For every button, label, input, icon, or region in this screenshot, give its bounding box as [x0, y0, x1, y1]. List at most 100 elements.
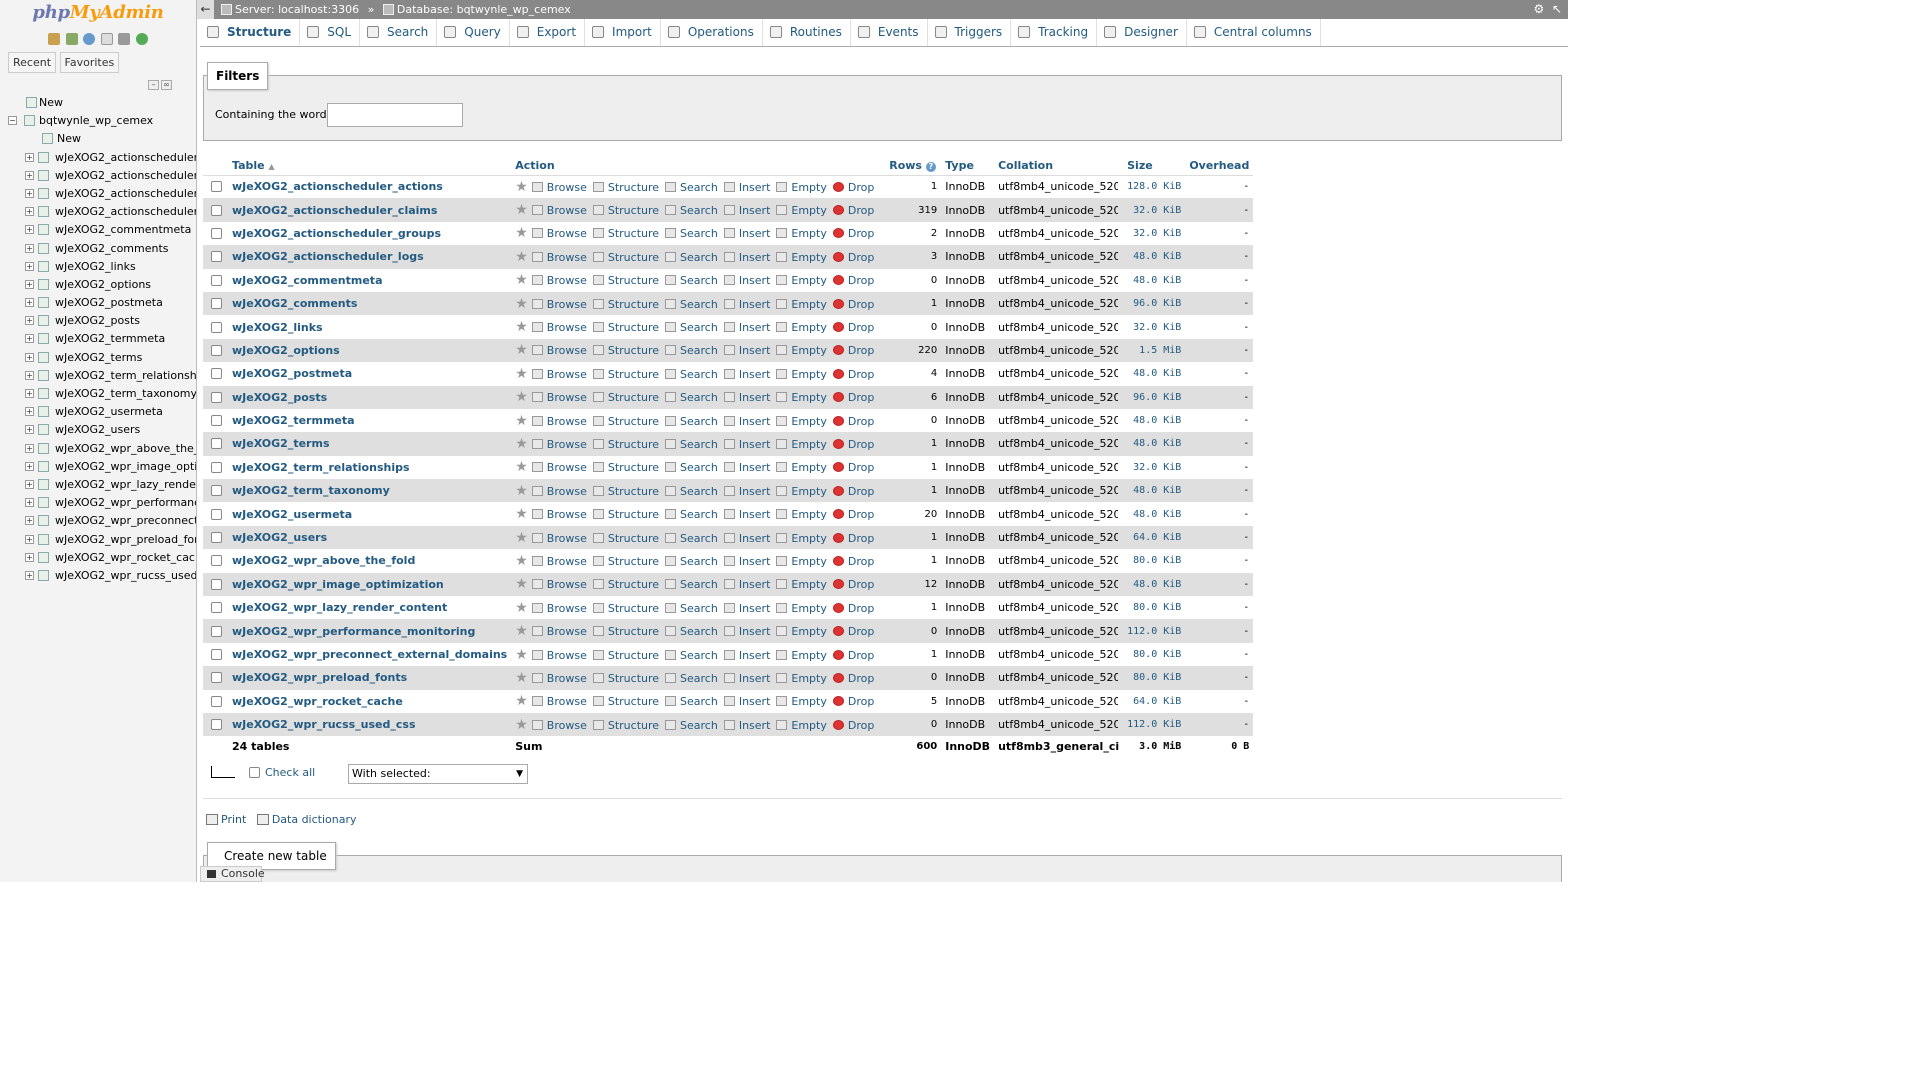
tab-tracking[interactable]: Tracking — [1011, 19, 1098, 46]
table-name-link[interactable]: wJeXOG2_wpr_rocket_cache — [232, 695, 403, 708]
row-checkbox[interactable] — [211, 532, 222, 544]
row-checkbox[interactable] — [211, 274, 222, 286]
row-checkbox[interactable] — [211, 602, 222, 614]
row-checkbox[interactable] — [211, 181, 222, 193]
structure-action[interactable]: Structure — [592, 368, 659, 381]
tree-item[interactable]: New — [4, 94, 196, 112]
drop-action[interactable]: Drop — [832, 181, 874, 194]
drop-action[interactable]: Drop — [832, 625, 874, 638]
drop-action[interactable]: Drop — [832, 204, 874, 217]
rows-help-icon[interactable]: ? — [925, 161, 936, 172]
row-checkbox[interactable] — [211, 649, 222, 660]
insert-action[interactable]: Insert — [723, 181, 770, 194]
recent-tab[interactable]: Recent — [8, 52, 57, 73]
reload-icon[interactable] — [135, 33, 148, 45]
browse-action[interactable]: Browse — [531, 649, 587, 662]
structure-action[interactable]: Structure — [592, 227, 659, 240]
search-action[interactable]: Search — [665, 461, 718, 474]
insert-action[interactable]: Insert — [723, 415, 770, 428]
browse-action[interactable]: Browse — [531, 508, 587, 521]
tree-item[interactable]: + wJeXOG2_commentmeta — [4, 221, 196, 239]
structure-action[interactable]: Structure — [592, 415, 659, 428]
drop-action[interactable]: Drop — [832, 368, 874, 381]
search-action[interactable]: Search — [665, 602, 718, 615]
tree-item[interactable]: + wJeXOG2_term_relationships — [4, 367, 196, 385]
table-name-link[interactable]: wJeXOG2_comments — [232, 297, 357, 310]
tree-item[interactable]: + wJeXOG2_wpr_rucss_used_css — [4, 567, 196, 585]
size-cell[interactable]: 80.0 KiB — [1123, 596, 1186, 620]
drop-action[interactable]: Drop — [832, 555, 874, 568]
favorite-star-icon[interactable]: ★ — [515, 413, 528, 429]
empty-action[interactable]: Empty — [776, 181, 827, 194]
expand-icon[interactable]: + — [25, 570, 34, 580]
docs-icon[interactable] — [100, 33, 113, 45]
drop-action[interactable]: Drop — [832, 485, 874, 498]
header-table[interactable]: Table ▲ — [228, 156, 512, 176]
tree-item[interactable]: + wJeXOG2_links — [4, 258, 196, 276]
search-action[interactable]: Search — [665, 555, 718, 568]
collapse-arrow-icon[interactable]: ↖ — [1552, 2, 1562, 16]
tree-item[interactable]: + wJeXOG2_actionscheduler_groups — [4, 185, 196, 203]
favorite-star-icon[interactable]: ★ — [515, 296, 528, 312]
empty-action[interactable]: Empty — [776, 719, 827, 732]
size-cell[interactable]: 32.0 KiB — [1123, 455, 1186, 480]
search-action[interactable]: Search — [665, 672, 718, 685]
tree-item[interactable]: + wJeXOG2_wpr_performance_monitoring — [4, 494, 196, 512]
size-cell[interactable]: 48.0 KiB — [1123, 268, 1186, 292]
insert-action[interactable]: Insert — [723, 321, 770, 334]
row-checkbox[interactable] — [211, 204, 222, 216]
favorite-star-icon[interactable]: ★ — [515, 600, 528, 616]
search-action[interactable]: Search — [665, 415, 718, 428]
drop-action[interactable]: Drop — [832, 602, 874, 615]
size-cell[interactable]: 112.0 KiB — [1123, 712, 1186, 737]
console-toggle[interactable]: Console — [200, 866, 265, 882]
table-name-link[interactable]: wJeXOG2_actionscheduler_actions — [232, 180, 443, 193]
structure-action[interactable]: Structure — [592, 391, 659, 404]
expand-icon[interactable]: + — [25, 316, 34, 326]
drop-action[interactable]: Drop — [832, 438, 874, 451]
breadcrumb-server[interactable]: Server: localhost:3306 — [235, 3, 359, 16]
drop-action[interactable]: Drop — [832, 461, 874, 474]
structure-action[interactable]: Structure — [592, 508, 659, 521]
empty-action[interactable]: Empty — [776, 227, 827, 240]
expand-icon[interactable]: + — [25, 498, 34, 508]
row-checkbox[interactable] — [211, 555, 222, 567]
table-name-link[interactable]: wJeXOG2_options — [232, 344, 340, 357]
size-cell[interactable]: 96.0 KiB — [1123, 291, 1186, 316]
expand-icon[interactable]: + — [25, 261, 34, 271]
favorite-star-icon[interactable]: ★ — [515, 389, 528, 405]
back-arrow-icon[interactable]: ← — [197, 0, 214, 19]
tree-item[interactable]: + wJeXOG2_options — [4, 276, 196, 294]
empty-action[interactable]: Empty — [776, 461, 827, 474]
expand-icon[interactable]: + — [25, 370, 34, 380]
row-checkbox[interactable] — [211, 695, 222, 707]
insert-action[interactable]: Insert — [723, 204, 770, 217]
empty-action[interactable]: Empty — [776, 274, 827, 287]
browse-action[interactable]: Browse — [531, 532, 587, 545]
browse-action[interactable]: Browse — [531, 415, 587, 428]
row-checkbox[interactable] — [211, 321, 222, 333]
search-action[interactable]: Search — [665, 508, 718, 521]
tree-item[interactable]: + wJeXOG2_wpr_preconnect_external_domains — [4, 512, 196, 530]
table-name-link[interactable]: wJeXOG2_wpr_above_the_fold — [232, 554, 415, 567]
empty-action[interactable]: Empty — [776, 672, 827, 685]
favorite-star-icon[interactable]: ★ — [515, 459, 528, 475]
expand-icon[interactable]: + — [25, 279, 34, 289]
search-action[interactable]: Search — [665, 368, 718, 381]
empty-action[interactable]: Empty — [776, 415, 827, 428]
row-checkbox[interactable] — [211, 461, 222, 473]
favorites-tab[interactable]: Favorites — [59, 52, 120, 73]
search-action[interactable]: Search — [665, 649, 718, 662]
table-name-link[interactable]: wJeXOG2_terms — [232, 437, 330, 450]
favorite-star-icon[interactable]: ★ — [515, 483, 528, 499]
search-action[interactable]: Search — [665, 625, 718, 638]
data-dictionary-link[interactable]: Data dictionary — [272, 813, 357, 826]
print-link[interactable]: Print — [221, 813, 246, 826]
size-cell[interactable]: 96.0 KiB — [1123, 385, 1186, 409]
browse-action[interactable]: Browse — [531, 298, 587, 311]
row-checkbox[interactable] — [211, 415, 222, 427]
browse-action[interactable]: Browse — [531, 719, 587, 732]
tree-item[interactable]: + wJeXOG2_usermeta — [4, 403, 196, 421]
search-action[interactable]: Search — [665, 274, 718, 287]
tab-routines[interactable]: Routines — [763, 19, 851, 46]
